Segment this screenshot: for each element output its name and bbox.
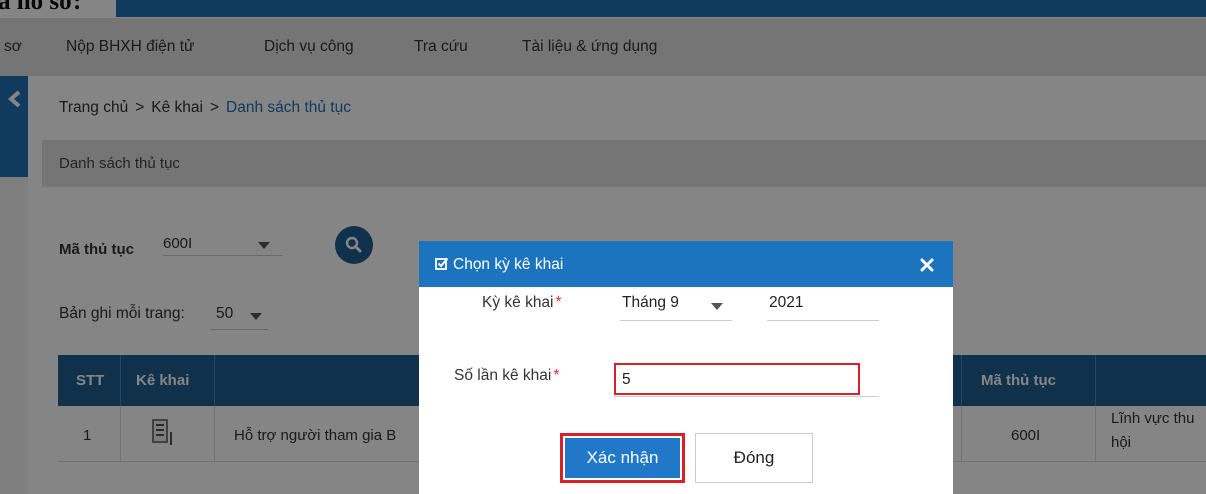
field-underline bbox=[614, 396, 879, 397]
caret-down-icon bbox=[711, 303, 723, 310]
declaration-count-value: 5 bbox=[622, 371, 631, 388]
close-button[interactable]: Đóng bbox=[695, 433, 813, 483]
month-select[interactable]: Tháng 9 bbox=[620, 287, 732, 321]
year-value: 2021 bbox=[769, 294, 804, 311]
confirm-button[interactable]: Xác nhận bbox=[565, 438, 680, 478]
checkbox-checked-icon bbox=[435, 257, 449, 270]
period-label-text: Kỳ kê khai bbox=[482, 294, 554, 311]
dialog-header: Chọn kỳ kê khai bbox=[419, 241, 953, 287]
required-mark: * bbox=[553, 367, 560, 384]
dialog-title-text: Chọn kỳ kê khai bbox=[453, 256, 564, 273]
month-value: Tháng 9 bbox=[622, 294, 679, 311]
count-label: Số lần kê khai * bbox=[454, 367, 559, 385]
period-label: Kỳ kê khai * bbox=[482, 294, 562, 312]
required-mark: * bbox=[555, 294, 562, 311]
year-field[interactable]: 2021 bbox=[767, 287, 879, 321]
declaration-count-input[interactable]: 5 bbox=[614, 363, 860, 395]
count-label-text: Số lần kê khai bbox=[454, 367, 552, 384]
dialog-title: Chọn kỳ kê khai bbox=[435, 256, 563, 274]
dialog-body: Kỳ kê khai * Tháng 9 2021 Số lần kê khai *… bbox=[419, 287, 953, 494]
close-icon[interactable] bbox=[917, 255, 937, 275]
select-period-dialog: Chọn kỳ kê khai Kỳ kê khai * Tháng 9 2021… bbox=[419, 241, 953, 494]
confirm-button-highlight: Xác nhận bbox=[560, 433, 685, 483]
